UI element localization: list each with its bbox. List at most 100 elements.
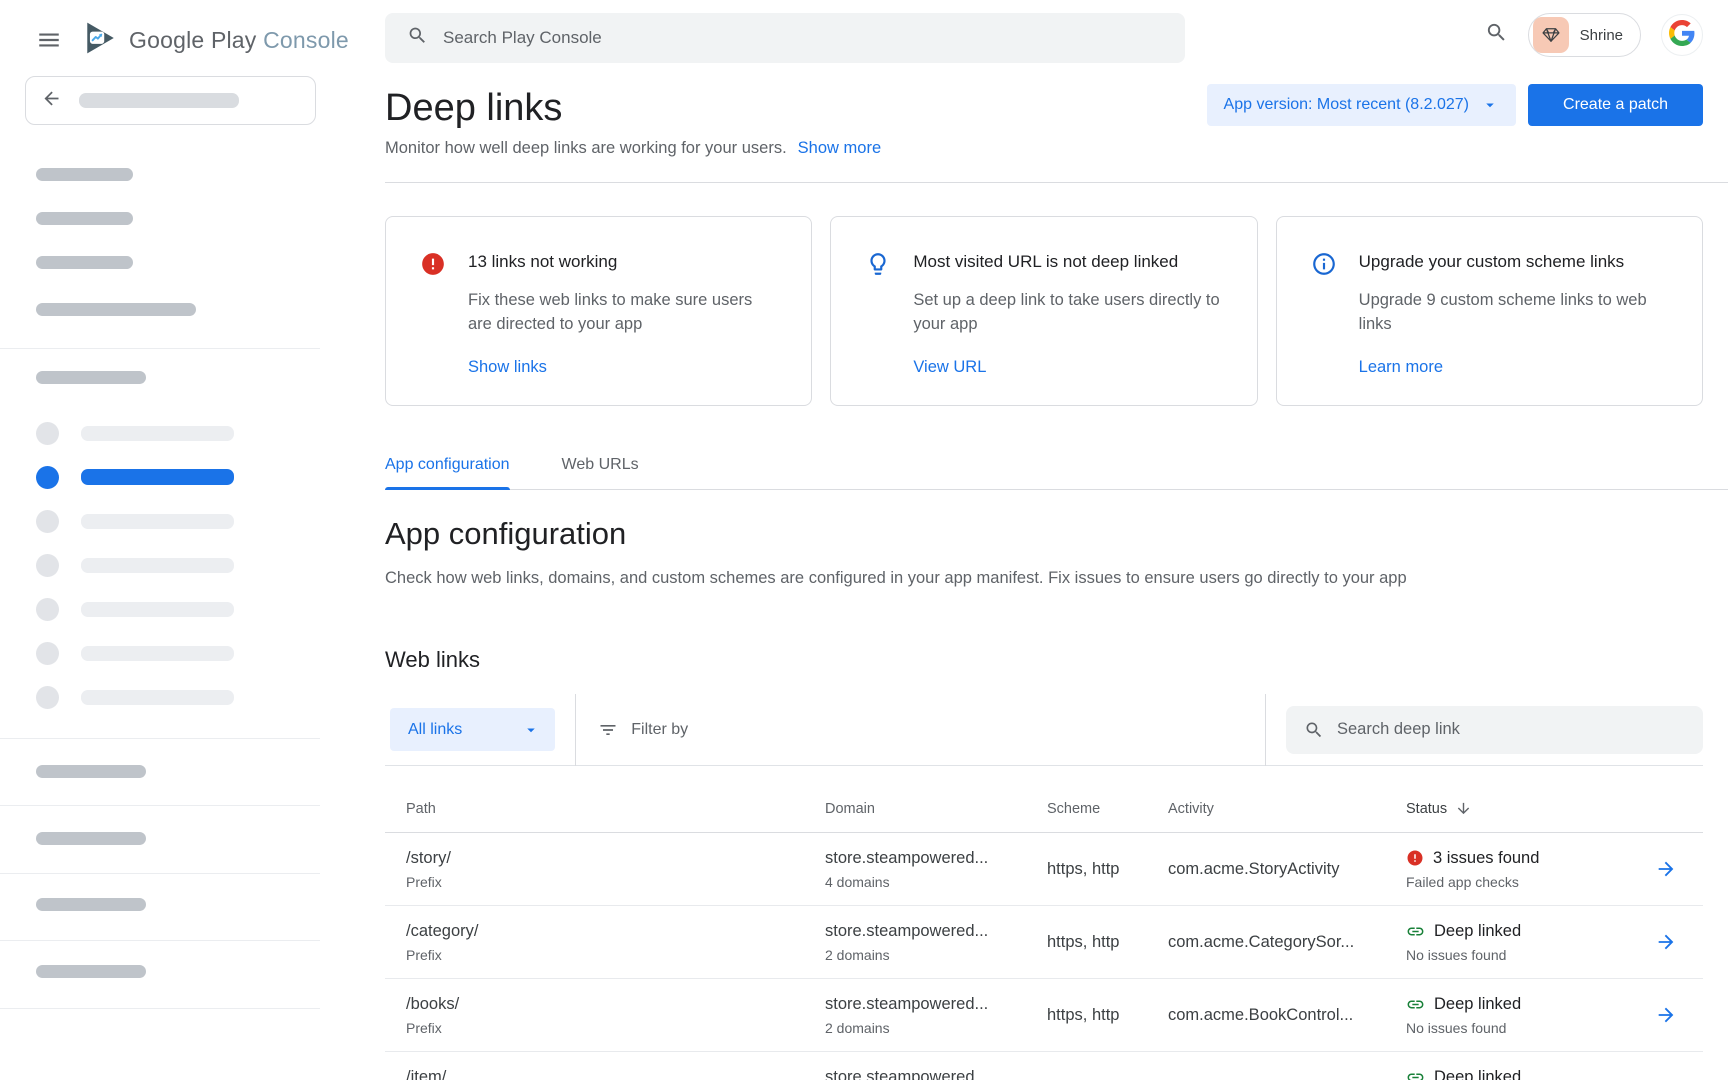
menu-icon[interactable] [36,27,62,49]
row-status: 3 issues found [1433,846,1539,870]
links-filter-dropdown[interactable]: All links [390,708,555,751]
filter-by-label: Filter by [631,721,688,739]
error-icon [1406,849,1424,867]
section-description: Check how web links, domains, and custom… [385,567,1703,590]
main-content: Deep links App version: Most recent (8.2… [385,78,1728,1080]
table-row[interactable]: /books/Prefix store.steampowered...2 dom… [385,979,1703,1052]
show-more-link[interactable]: Show more [798,136,881,160]
table-row[interactable]: /story/Prefix store.steampowered...4 dom… [385,833,1703,906]
web-links-heading: Web links [385,645,1728,675]
row-open-arrow[interactable] [1640,906,1703,978]
row-activity: com.acme.BookControl... [1168,1003,1353,1027]
skeleton-bar [36,898,146,911]
skeleton-bar [36,212,133,225]
sidebar-nav-item[interactable] [36,641,234,665]
row-status-detail: Failed app checks [1406,872,1640,892]
app-version-label: App version: Most recent (8.2.027) [1224,96,1469,114]
skeleton-bar [36,965,146,978]
nav-label-skeleton [81,426,234,441]
sidebar-nav-item[interactable] [36,597,234,621]
search-icon [407,25,428,51]
row-open-arrow[interactable] [1640,979,1703,1051]
sidebar-nav-item[interactable] [36,509,234,533]
section-heading: App configuration [385,514,1728,554]
arrow-forward-icon [1655,1004,1677,1026]
nav-label-skeleton [81,646,234,661]
row-path-type: Prefix [406,872,804,892]
nav-label-skeleton [81,514,234,529]
app-version-dropdown[interactable]: App version: Most recent (8.2.027) [1207,84,1516,126]
sidebar-nav-item[interactable] [36,553,234,577]
card-title: 13 links not working [468,250,777,274]
sidebar-nav-item-active[interactable] [36,465,234,489]
show-links-link[interactable]: Show links [468,358,777,377]
learn-more-link[interactable]: Learn more [1359,358,1668,377]
play-console-page: Google Play Console Shrine [0,0,1728,1080]
tab-app-configuration[interactable]: App configuration [385,456,510,489]
sidebar-nav-item[interactable] [36,421,234,445]
app-selector[interactable] [25,76,316,125]
sidebar-divider [0,805,320,806]
row-path: /category/ [406,919,804,943]
create-patch-button[interactable]: Create a patch [1528,84,1703,126]
row-domain: store.steampowered... [825,846,1026,870]
header-divider [385,182,1728,183]
links-filter-value: All links [408,721,462,739]
card-body: Set up a deep link to take users directl… [913,288,1222,336]
brand-google-play: Google Play [129,27,257,53]
lightbulb-icon [865,250,891,377]
filter-by-button[interactable]: Filter by [598,720,688,740]
row-open-arrow[interactable] [1640,833,1703,905]
row-status-detail: No issues found [1406,945,1640,965]
console-search-input[interactable] [443,28,1163,48]
nav-icon-skeleton [36,686,59,709]
card-most-visited-url: Most visited URL is not deep linked Set … [830,216,1257,406]
sidebar-nav-item[interactable] [36,685,234,709]
card-body: Fix these web links to make sure users a… [468,288,777,336]
tab-web-urls[interactable]: Web URLs [562,456,639,489]
nav-icon-skeleton [36,422,59,445]
nav-icon-skeleton [36,466,59,489]
column-header-path: Path [385,801,804,832]
table-row[interactable]: /category/Prefix store.steampowered...2 … [385,906,1703,979]
filter-icon [598,720,618,740]
page-subtitle-row: Monitor how well deep links are working … [385,136,1728,160]
nav-label-skeleton [81,602,234,617]
play-console-logo[interactable]: Google Play Console [82,20,349,61]
row-open-arrow[interactable] [1640,1052,1703,1080]
card-content: 13 links not working Fix these web links… [468,250,777,377]
skeleton-bar [36,371,146,384]
nav-icon-skeleton [36,598,59,621]
nav-icon-skeleton [36,510,59,533]
nav-icon-skeleton [36,642,59,665]
row-status: Deep linked [1434,992,1521,1016]
back-arrow-icon[interactable] [41,88,62,114]
google-account-avatar[interactable] [1661,14,1703,56]
card-title: Upgrade your custom scheme links [1359,250,1668,274]
app-thumbnail [1533,17,1569,53]
app-name-label: Shrine [1580,27,1623,44]
tab-bar: App configuration Web URLs [385,456,1728,490]
topbar: Google Play Console Shrine [0,0,1728,78]
console-search-bar[interactable] [385,13,1185,63]
column-header-status[interactable]: Status [1385,800,1640,832]
view-url-link[interactable]: View URL [913,358,1222,377]
topbar-search-icon[interactable] [1485,21,1508,49]
app-switcher-pill[interactable]: Shrine [1528,13,1641,57]
nav-label-skeleton [81,558,234,573]
row-scheme: https, http [1047,930,1119,954]
play-console-logo-icon [82,20,118,61]
deep-link-search-box[interactable] [1286,706,1703,754]
nav-icon-skeleton [36,554,59,577]
column-header-activity: Activity [1147,801,1385,832]
link-icon [1406,922,1425,941]
sidebar-divider [0,1008,320,1009]
card-links-not-working: 13 links not working Fix these web links… [385,216,812,406]
page-subtitle: Monitor how well deep links are working … [385,136,787,160]
filter-toolbar: All links Filter by [385,694,1703,766]
info-icon [1311,250,1337,377]
skeleton-bar [36,168,133,181]
table-row[interactable]: /item/ store.steampowered... Deep linked [385,1052,1703,1080]
sidebar-divider [0,738,320,739]
deep-link-search-input[interactable] [1337,720,1685,739]
